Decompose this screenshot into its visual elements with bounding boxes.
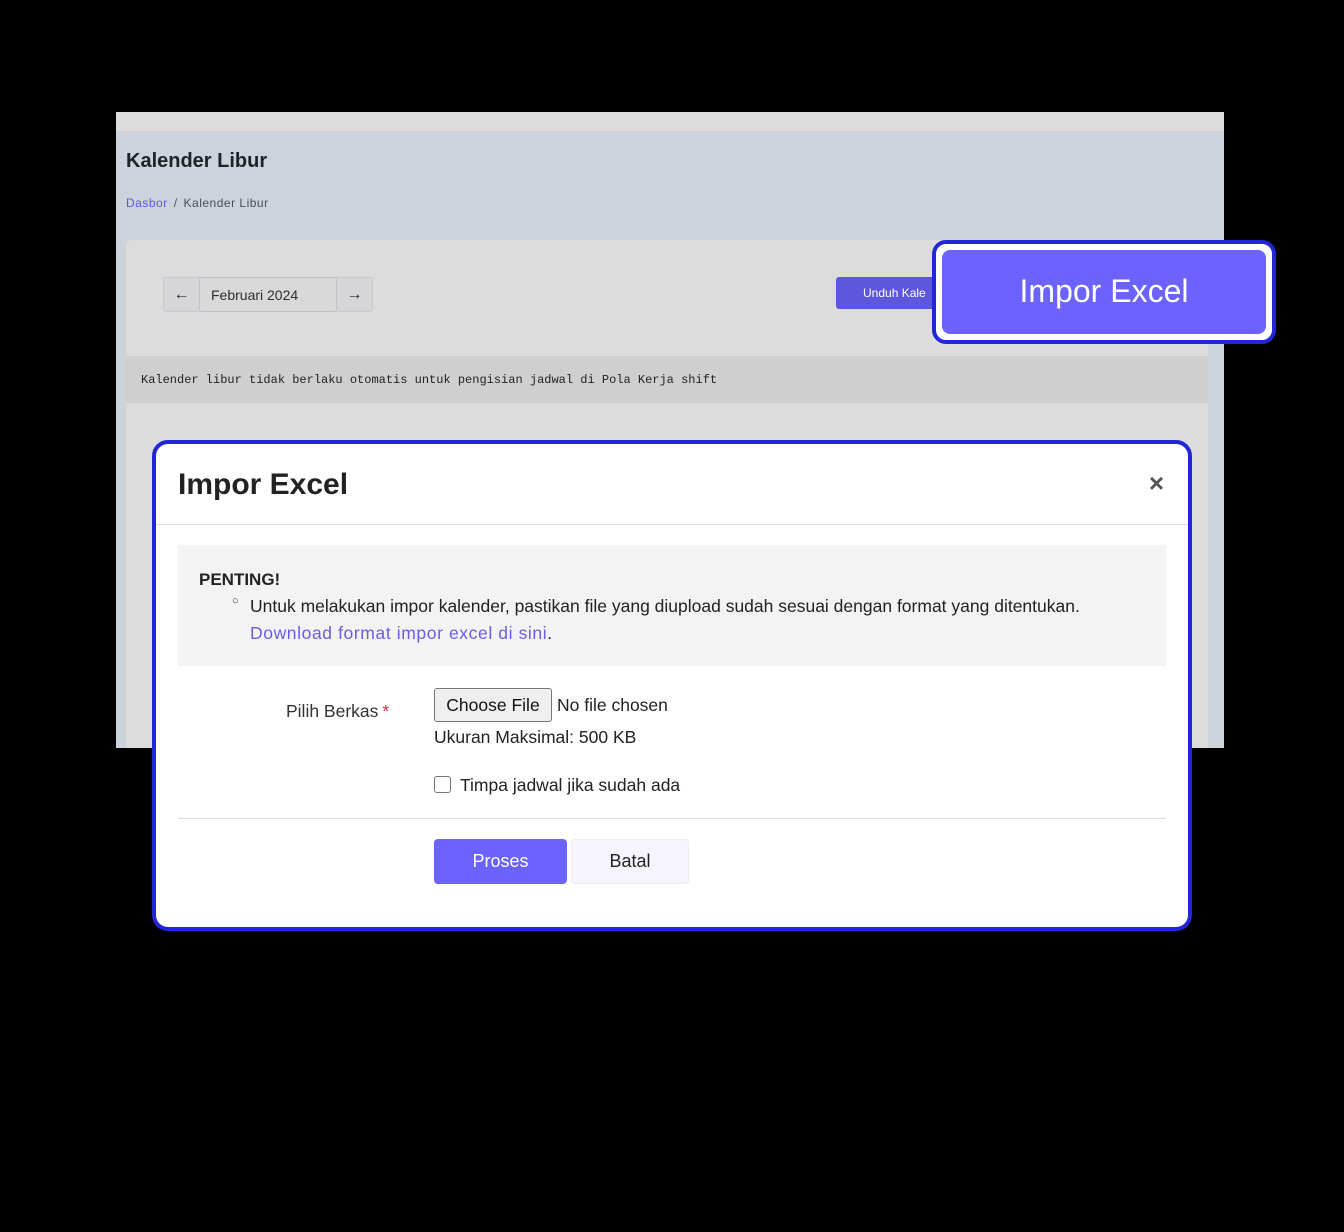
top-bar	[116, 112, 1224, 131]
page-title: Kalender Libur	[126, 150, 268, 172]
modal-footer-divider	[178, 818, 1166, 819]
download-format-link[interactable]: Download format impor excel di sini	[250, 623, 547, 643]
import-excel-button[interactable]: Impor Excel	[942, 250, 1266, 334]
max-size-hint: Ukuran Maksimal: 500 KB	[434, 727, 637, 747]
breadcrumb: Dasbor / Kalender Libur	[126, 196, 269, 210]
close-icon[interactable]: ×	[1149, 468, 1164, 499]
process-button[interactable]: Proses	[434, 839, 567, 884]
info-text: Untuk melakukan impor kalender, pastikan…	[250, 596, 1080, 616]
import-excel-callout: Impor Excel	[932, 240, 1276, 344]
breadcrumb-current: Kalender Libur	[183, 196, 269, 210]
choose-file-button[interactable]: Choose File	[434, 688, 552, 722]
import-excel-modal: Impor Excel × PENTING! ○ Untuk melakukan…	[152, 440, 1192, 931]
important-info-box: PENTING! ○ Untuk melakukan impor kalende…	[178, 545, 1166, 666]
cancel-button[interactable]: Batal	[571, 839, 689, 884]
file-status: No file chosen	[557, 695, 668, 715]
arrow-left-icon[interactable]: ←	[164, 278, 199, 311]
modal-title: Impor Excel	[178, 468, 349, 501]
breadcrumb-separator: /	[173, 196, 178, 210]
info-heading: PENTING!	[199, 570, 281, 589]
info-link-suffix: .	[547, 623, 553, 643]
overwrite-checkbox[interactable]	[434, 776, 451, 793]
schedule-notice: Kalender libur tidak berlaku otomatis un…	[126, 356, 1208, 403]
modal-header-divider	[156, 524, 1188, 525]
arrow-right-icon[interactable]: →	[337, 278, 372, 311]
overwrite-checkbox-label[interactable]: Timpa jadwal jika sudah ada	[460, 775, 680, 796]
month-field[interactable]: Februari 2024	[199, 277, 337, 312]
month-navigator: ← Februari 2024 →	[163, 277, 373, 312]
file-field-label-text: Pilih Berkas	[286, 701, 379, 721]
bullet-icon: ○	[232, 595, 239, 607]
required-mark: *	[382, 701, 390, 721]
breadcrumb-home-link[interactable]: Dasbor	[126, 196, 168, 210]
info-link-line: Download format impor excel di sini.	[250, 623, 552, 644]
file-field-label: Pilih Berkas *	[286, 701, 389, 722]
